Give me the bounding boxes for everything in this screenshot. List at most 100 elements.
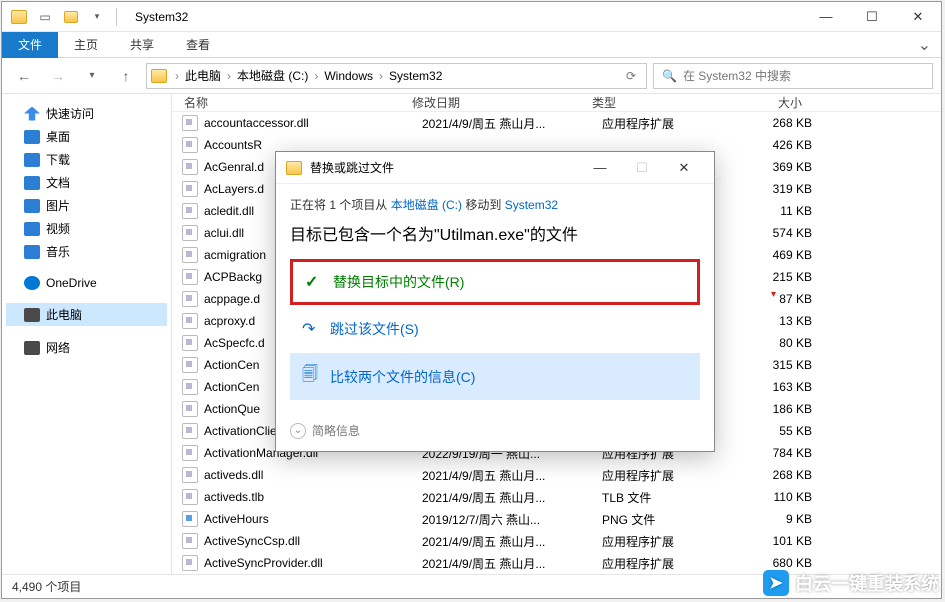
file-size: 268 KB [732, 116, 832, 130]
file-icon [182, 269, 198, 285]
nav-network[interactable]: 网络 [6, 336, 167, 359]
folder-icon [286, 161, 302, 175]
dialog-minimize-button[interactable]: — [580, 154, 620, 182]
file-size: 110 KB [732, 490, 832, 504]
file-icon [182, 203, 198, 219]
file-size: 101 KB [732, 534, 832, 548]
check-icon: ✓ [305, 272, 323, 292]
file-size: 426 KB [732, 138, 832, 152]
file-row[interactable]: ActiveSyncCsp.dll 2021/4/9/周五 燕山月... 应用程… [172, 530, 941, 552]
compare-icon: 🗐 [302, 363, 320, 390]
file-type: 应用程序扩展 [602, 115, 732, 132]
more-info-toggle[interactable]: 简略信息 [312, 422, 360, 439]
maximize-button[interactable]: ☐ [849, 2, 895, 32]
file-icon [182, 159, 198, 175]
file-icon [182, 357, 198, 373]
file-row[interactable]: activeds.dll 2021/4/9/周五 燕山月... 应用程序扩展 2… [172, 464, 941, 486]
qat-dropdown-icon[interactable]: ▾ [86, 6, 108, 28]
file-type: 应用程序扩展 [602, 555, 732, 572]
col-date[interactable]: 修改日期 [412, 94, 592, 111]
dialog-main-text: 目标已包含一个名为"Utilman.exe"的文件 [290, 221, 700, 245]
file-row[interactable]: accountaccessor.dll 2021/4/9/周五 燕山月... 应… [172, 112, 941, 134]
dialog-message: 正在将 1 个项目从 本地磁盘 (C:) 移动到 System32 [290, 196, 700, 213]
compare-option[interactable]: 🗐 比较两个文件的信息(C) [290, 353, 700, 400]
up-button[interactable]: ↑ [112, 62, 140, 90]
item-count: 4,490 个项目 [12, 578, 81, 595]
ribbon-expand-icon[interactable]: ⌄ [908, 35, 941, 55]
file-size: 215 KB [732, 270, 832, 284]
forward-button[interactable]: → [44, 62, 72, 90]
file-icon [182, 533, 198, 549]
skip-icon: ↷ [302, 319, 320, 339]
file-icon [182, 115, 198, 131]
tab-share[interactable]: 共享 [114, 32, 170, 58]
file-size: 574 KB [732, 226, 832, 240]
file-date: 2021/4/9/周五 燕山月... [422, 489, 602, 506]
file-row[interactable]: ActiveHours 2019/12/7/周六 燕山... PNG 文件 9 … [172, 508, 941, 530]
col-name[interactable]: 名称 [172, 94, 412, 111]
nav-music[interactable]: 音乐 [6, 240, 167, 263]
tab-home[interactable]: 主页 [58, 32, 114, 58]
nav-onedrive[interactable]: OneDrive [6, 273, 167, 293]
file-type: 应用程序扩展 [602, 533, 732, 550]
file-row[interactable]: activeds.tlb 2021/4/9/周五 燕山月... TLB 文件 1… [172, 486, 941, 508]
file-size: 369 KB [732, 160, 832, 174]
nav-quick-access[interactable]: 快速访问 [6, 102, 167, 125]
dest-link[interactable]: System32 [505, 198, 558, 212]
file-icon [182, 137, 198, 153]
file-type: TLB 文件 [602, 489, 732, 506]
replace-option[interactable]: ✓ 替换目标中的文件(R) [290, 259, 700, 305]
watermark-icon: ➤ [763, 570, 789, 596]
tab-file[interactable]: 文件 [2, 32, 58, 58]
file-date: 2021/4/9/周五 燕山月... [422, 115, 602, 132]
file-icon [182, 335, 198, 351]
file-size: 784 KB [732, 446, 832, 460]
minimize-button[interactable]: — [803, 2, 849, 32]
dialog-titlebar: 替换或跳过文件 — ☐ ✕ [276, 152, 714, 184]
replace-dialog: 替换或跳过文件 — ☐ ✕ 正在将 1 个项目从 本地磁盘 (C:) 移动到 S… [275, 151, 715, 452]
watermark: ➤ 白云一键重装系统 [763, 570, 939, 596]
file-name: activeds.dll [204, 468, 422, 482]
file-icon [182, 225, 198, 241]
search-input[interactable]: 🔍 在 System32 中搜索 [653, 63, 933, 89]
skip-option[interactable]: ↷ 跳过该文件(S) [290, 309, 700, 349]
dialog-title: 替换或跳过文件 [310, 159, 394, 176]
refresh-icon[interactable]: ⟳ [620, 69, 642, 83]
close-button[interactable]: ✕ [895, 2, 941, 32]
breadcrumb[interactable]: › 此电脑› 本地磁盘 (C:)› Windows› System32 ⟳ [146, 63, 647, 89]
nav-documents[interactable]: 文档 [6, 171, 167, 194]
col-type[interactable]: 类型 [592, 94, 722, 111]
file-name: ActiveSyncProvider.dll [204, 556, 422, 570]
chevron-down-icon[interactable]: ⌄ [290, 423, 306, 439]
nav-downloads[interactable]: 下载 [6, 148, 167, 171]
file-icon [182, 181, 198, 197]
qat-newfolder-icon[interactable] [60, 6, 82, 28]
nav-videos[interactable]: 视频 [6, 217, 167, 240]
nav-desktop[interactable]: 桌面 [6, 125, 167, 148]
file-size: 163 KB [732, 380, 832, 394]
back-button[interactable]: ← [10, 62, 38, 90]
dialog-close-button[interactable]: ✕ [664, 154, 704, 182]
file-icon [182, 313, 198, 329]
search-icon: 🔍 [662, 69, 677, 83]
file-size: 80 KB [732, 336, 832, 350]
file-size: 680 KB [732, 556, 832, 570]
file-size: 469 KB [732, 248, 832, 262]
dialog-maximize-button[interactable]: ☐ [622, 154, 662, 182]
file-size: 186 KB [732, 402, 832, 416]
source-link[interactable]: 本地磁盘 (C:) [391, 198, 462, 212]
titlebar: ▭ ▾ System32 — ☐ ✕ [2, 2, 941, 32]
nav-pictures[interactable]: 图片 [6, 194, 167, 217]
file-icon [182, 445, 198, 461]
nav-this-pc[interactable]: 此电脑 [6, 303, 167, 326]
file-name: ActiveHours [204, 512, 422, 526]
tab-view[interactable]: 查看 [170, 32, 226, 58]
app-icon [8, 6, 30, 28]
file-type: PNG 文件 [602, 511, 732, 528]
recent-dropdown[interactable]: ▾ [78, 62, 106, 90]
file-icon [182, 511, 198, 527]
file-icon [182, 467, 198, 483]
qat-properties-icon[interactable]: ▭ [34, 6, 56, 28]
col-size[interactable]: 大小 [722, 94, 822, 111]
window-title: System32 [135, 10, 188, 24]
